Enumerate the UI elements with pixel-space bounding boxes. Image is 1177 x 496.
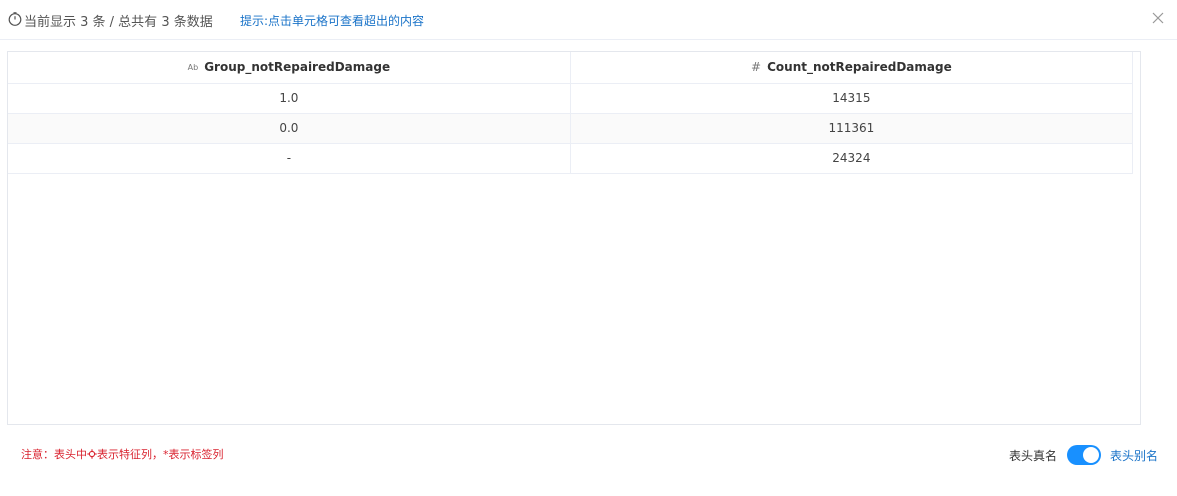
alias-name-label: 表头别名 <box>1109 448 1158 463</box>
text-type-icon: Ab <box>187 63 199 73</box>
number-type-icon: # <box>751 60 762 75</box>
data-table-container: Ab Group_notRepairedDamage # Count_notRepa… <box>7 51 1141 425</box>
real-name-label: 表头真名 <box>1008 448 1057 463</box>
table-cell[interactable]: 111361 <box>570 113 1134 144</box>
column-header-group[interactable]: Ab Group_notRepairedDamage <box>8 52 571 84</box>
switch-knob <box>1082 447 1099 463</box>
close-icon[interactable] <box>1151 11 1165 25</box>
table-row: 0.0 111361 <box>8 113 1134 144</box>
table-cell[interactable]: - <box>8 143 571 174</box>
note-suffix: 表示特征列，*表示标签列 <box>97 448 224 461</box>
column-legend-note: 注意：表头中 表示特征列，*表示标签列 <box>21 446 224 462</box>
table-cell[interactable]: 0.0 <box>8 113 571 144</box>
column-header-label: Group_notRepairedDamage <box>204 60 391 75</box>
header-name-toggle-group: 表头真名 表头别名 <box>1009 444 1158 466</box>
cell-hint-text: 提示:点击单元格可查看超出的内容 <box>240 14 425 28</box>
column-header-count[interactable]: # Count_notRepairedDamage <box>570 52 1134 84</box>
column-header-label: Count_notRepairedDamage <box>767 60 952 75</box>
table-cell[interactable]: 1.0 <box>8 83 571 114</box>
table-cell[interactable]: 24324 <box>570 143 1134 174</box>
table-cell[interactable]: 14315 <box>570 83 1134 114</box>
data-table: Ab Group_notRepairedDamage # Count_notRepa… <box>8 52 1134 174</box>
record-summary: 当前显示 3 条 / 总共有 3 条数据 <box>24 15 213 30</box>
dialog-header: 当前显示 3 条 / 总共有 3 条数据 提示:点击单元格可查看超出的内容 <box>0 0 1177 40</box>
header-alias-switch[interactable] <box>1066 445 1101 465</box>
clock-icon <box>8 12 22 26</box>
gear-icon <box>87 449 97 459</box>
table-header-row: Ab Group_notRepairedDamage # Count_notRepa… <box>8 52 1134 84</box>
table-row: 1.0 14315 <box>8 83 1134 114</box>
data-preview-dialog: 当前显示 3 条 / 总共有 3 条数据 提示:点击单元格可查看超出的内容 Ab… <box>0 0 1177 496</box>
note-prefix: 注意：表头中 <box>21 448 87 461</box>
table-row: - 24324 <box>8 143 1134 174</box>
